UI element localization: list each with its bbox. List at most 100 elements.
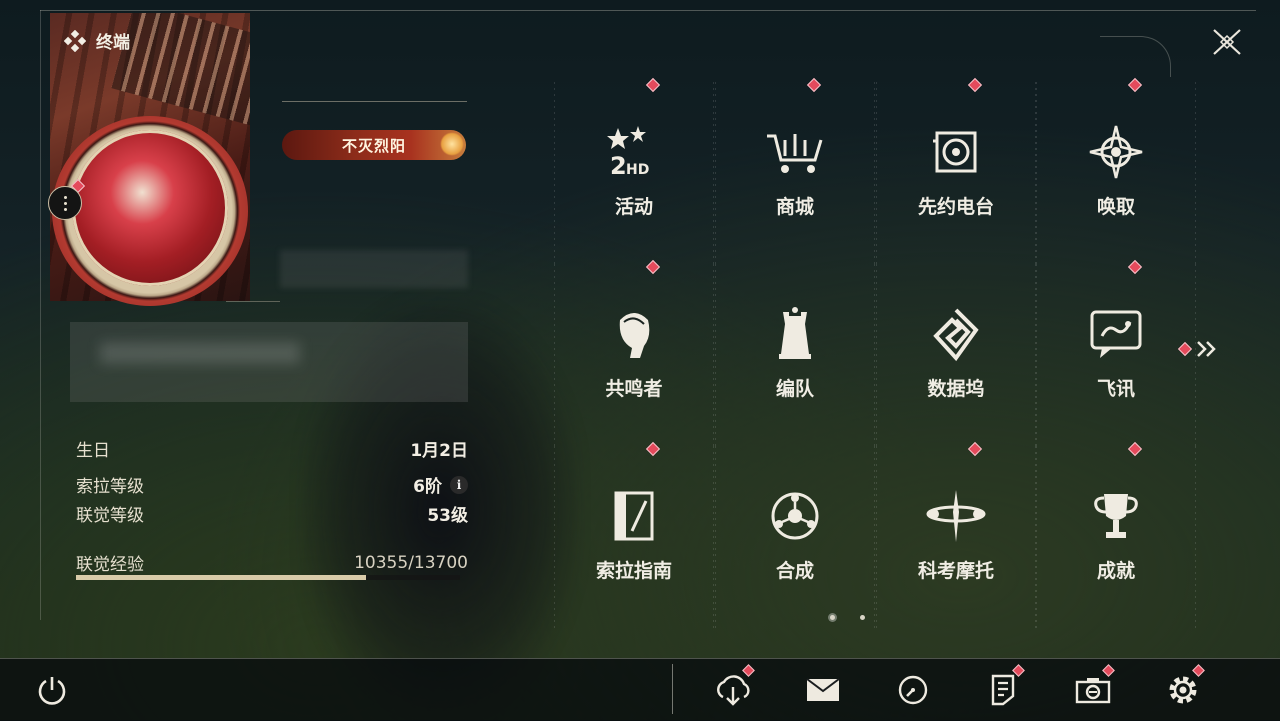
menu-tile-label: 先约电台	[917, 196, 994, 218]
terminal-header: 终端	[64, 28, 130, 53]
union-exp-value: 10355/13700	[354, 552, 468, 573]
union-level-row: 联觉等级 53级	[76, 501, 468, 526]
menu-tile[interactable]: 商城	[715, 77, 875, 264]
tile-divider	[713, 264, 714, 446]
union-exp-label: 联觉经验	[76, 555, 144, 575]
page-title: 终端	[96, 33, 130, 53]
synthesis-icon	[763, 484, 827, 548]
tile-divider	[1036, 82, 1037, 264]
tile-divider	[554, 82, 555, 264]
sun-emblem-icon	[440, 132, 464, 156]
tile-divider	[874, 446, 875, 628]
close-button[interactable]	[1208, 26, 1246, 58]
message-chat-icon	[1084, 302, 1148, 366]
frame-line-left	[40, 10, 41, 620]
camera-button[interactable]	[1071, 664, 1115, 712]
next-page-button[interactable]	[1177, 340, 1218, 358]
tile-divider	[713, 82, 714, 264]
menu-tile[interactable]: 合成	[715, 446, 875, 628]
notification-dot	[967, 77, 983, 93]
camera-icon	[1075, 678, 1111, 704]
power-icon	[38, 677, 66, 705]
menu-tile[interactable]: 成就	[1036, 441, 1196, 628]
menu-tile-label: 共鸣者	[605, 378, 663, 400]
avatar[interactable]	[72, 130, 228, 286]
menu-tile[interactable]: 共鸣者	[554, 259, 714, 446]
notice-icon	[991, 674, 1015, 706]
menu-tile-label: 索拉指南	[595, 560, 672, 582]
title-badge[interactable]: 不灭烈阳	[282, 130, 466, 160]
menu-tile[interactable]: 索拉指南	[554, 441, 714, 628]
exp-progress-bar	[76, 575, 460, 580]
exp-progress-fill	[76, 575, 367, 580]
more-options-button[interactable]	[48, 186, 82, 220]
badge-title: 不灭烈阳	[341, 136, 406, 155]
notification-dot	[1127, 77, 1143, 93]
notification-dot	[645, 77, 661, 93]
team-chess-icon	[763, 302, 827, 366]
tile-divider	[713, 446, 714, 628]
menu-tile[interactable]: 科考摩托	[876, 441, 1036, 628]
menu-tile-label: 科考摩托	[917, 560, 994, 582]
tile-divider	[1036, 264, 1037, 446]
menu-tile-label: 合成	[775, 560, 814, 582]
divider	[226, 301, 280, 302]
shop-cart-icon	[763, 120, 827, 184]
menu-tile[interactable]: 2 HD 活动	[554, 77, 714, 264]
menu-tile-label: 活动	[614, 196, 653, 218]
menu-tile[interactable]: 唤取	[1036, 77, 1196, 264]
notice-button[interactable]	[981, 664, 1025, 712]
double-chevron-right-icon	[1197, 341, 1216, 357]
tile-divider	[715, 264, 716, 446]
birthday-label: 生日	[76, 441, 110, 461]
tile-divider	[876, 264, 877, 446]
mail-icon	[806, 678, 840, 701]
union-exp-row: 联觉经验 10355/13700	[76, 550, 468, 576]
resonator-portrait-icon	[602, 302, 666, 366]
birthday-row: 生日 1月2日	[76, 436, 468, 461]
next-page-notification-dot	[1177, 341, 1193, 357]
menu-tile[interactable]: 先约电台	[876, 77, 1036, 264]
divider	[282, 101, 467, 102]
clock-icon	[898, 675, 928, 705]
menu-tile[interactable]: 飞讯	[1036, 259, 1196, 446]
page-indicator[interactable]	[860, 615, 865, 620]
tile-divider	[1036, 446, 1037, 628]
sol-level-value: 6阶	[413, 477, 442, 497]
tile-divider	[876, 82, 877, 264]
tile-divider	[715, 82, 716, 264]
info-icon[interactable]: i	[450, 475, 468, 494]
menu-tile[interactable]: 编队	[715, 264, 875, 446]
svg-text:HD: HD	[626, 162, 649, 178]
settings-button[interactable]	[1161, 664, 1205, 712]
diamond-cluster-icon	[64, 29, 86, 52]
sol-level-value-wrap: 6阶 i	[413, 472, 468, 497]
power-button[interactable]	[30, 668, 74, 712]
signature-box[interactable]	[70, 322, 468, 402]
notification-dot	[806, 77, 822, 93]
bottom-separator	[672, 664, 673, 714]
blurred-field	[280, 250, 468, 288]
guidebook-icon	[602, 484, 666, 548]
radio-icon	[924, 120, 988, 184]
frame-line-top	[40, 10, 1256, 11]
svg-text:2: 2	[610, 152, 627, 180]
sol-level-label: 索拉等级	[76, 477, 144, 497]
event-2nd-anniversary-icon: 2 HD	[602, 120, 666, 184]
tile-divider	[876, 446, 877, 628]
download-icon	[717, 675, 750, 706]
tile-divider	[554, 264, 555, 446]
tile-divider	[874, 82, 875, 264]
union-level-value: 53级	[427, 506, 468, 526]
mail-button[interactable]	[801, 668, 845, 712]
convene-compass-icon	[1084, 120, 1148, 184]
page-indicator-active[interactable]	[830, 615, 835, 620]
menu-tile-label: 成就	[1096, 560, 1135, 582]
settings-icon	[1169, 676, 1197, 704]
download-button[interactable]	[711, 664, 755, 712]
menu-tile-label: 编队	[775, 378, 814, 400]
menu-tile[interactable]: 数据坞	[876, 264, 1036, 446]
timeline-button[interactable]	[891, 668, 935, 712]
menu-tile-label: 飞讯	[1096, 378, 1135, 400]
menu-tile-label: 唤取	[1096, 196, 1135, 218]
